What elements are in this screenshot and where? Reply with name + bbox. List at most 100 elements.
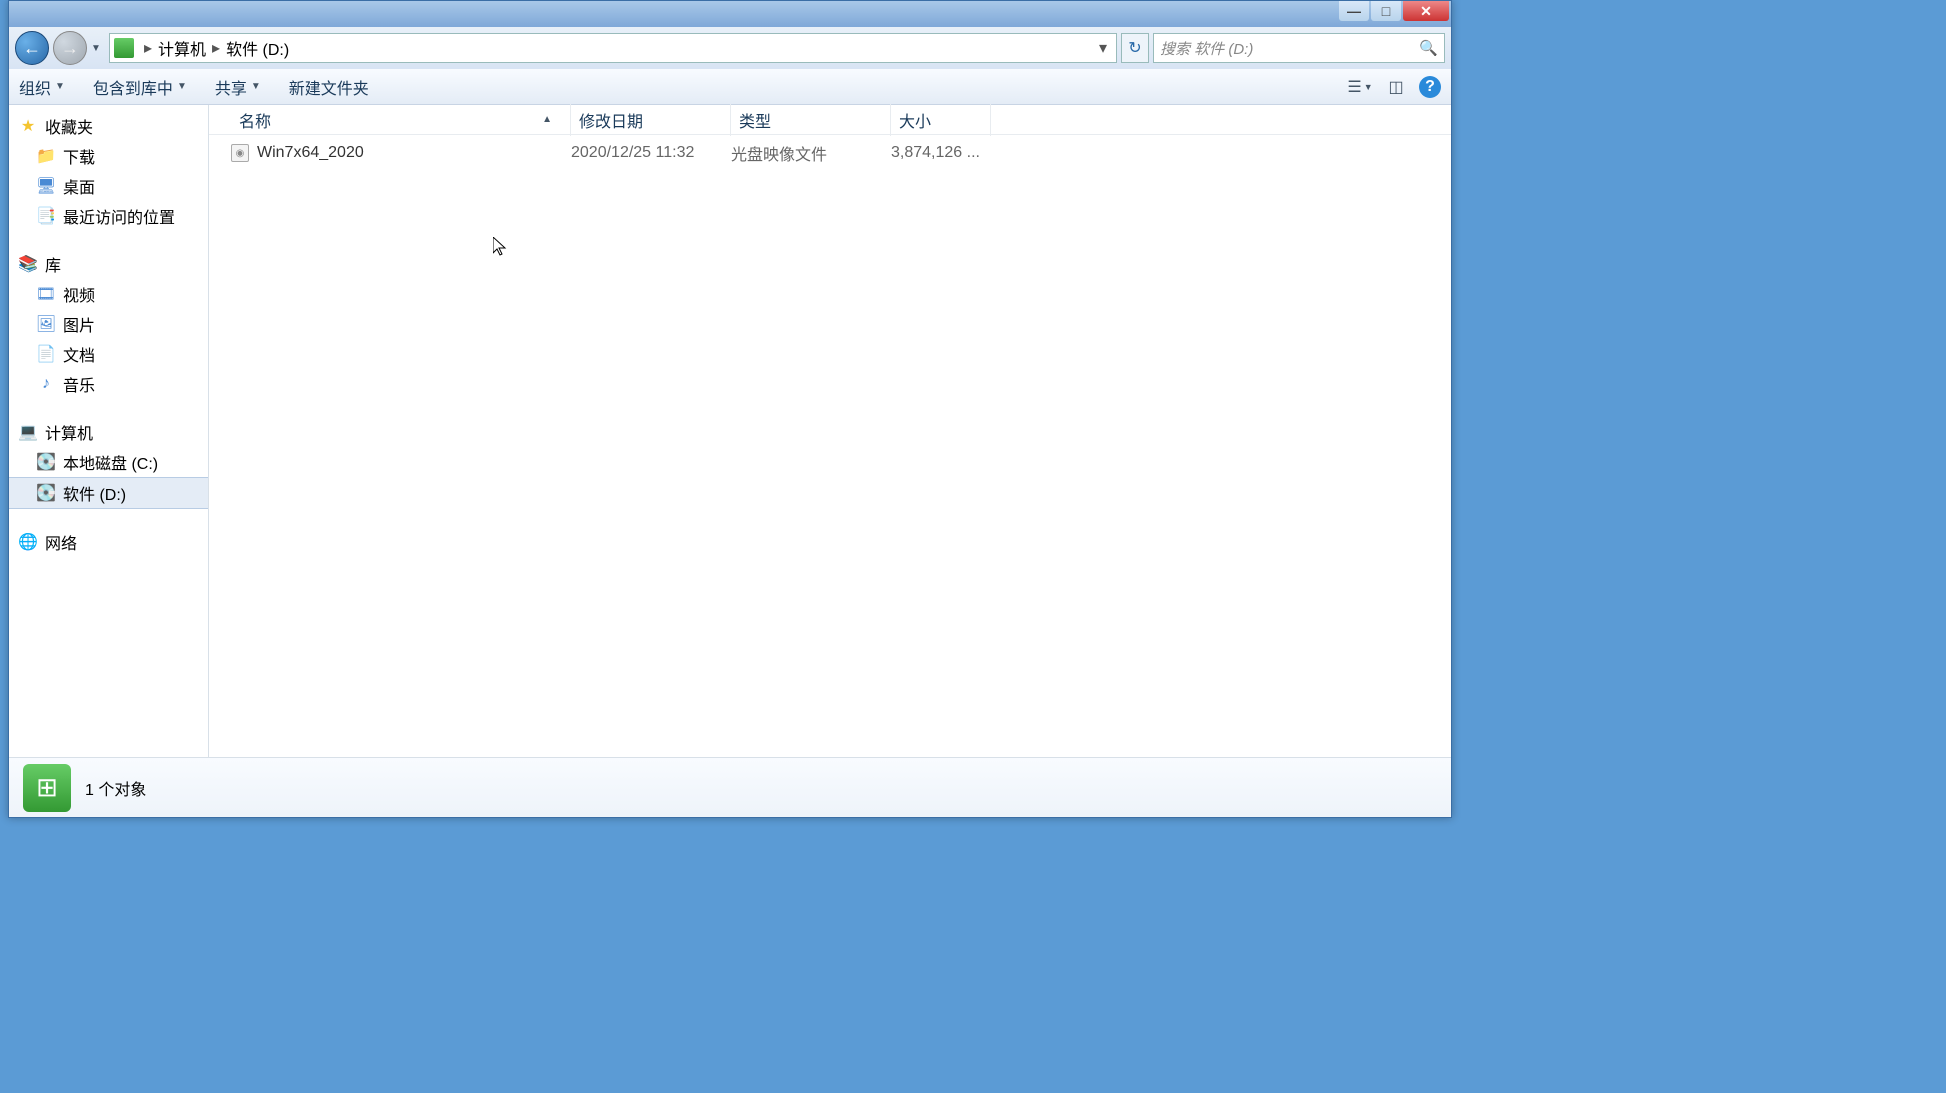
column-label: 修改日期 — [579, 114, 643, 131]
chevron-down-icon: ▼ — [55, 81, 65, 92]
star-icon: ★ — [19, 117, 37, 135]
sidebar-item-downloads[interactable]: 📁 下载 — [9, 141, 208, 171]
status-text: 1 个对象 — [85, 776, 146, 800]
folder-icon: 📁 — [37, 147, 55, 165]
file-row[interactable]: ◉ Win7x64_2020 2020/12/25 11:32 光盘映像文件 3… — [209, 135, 1451, 171]
navigation-pane: ★ 收藏夹 📁 下载 🖥 桌面 📑 最近访问的位置 📚 — [9, 105, 209, 757]
sort-indicator-icon: ▲ — [542, 114, 552, 125]
iso-file-icon: ◉ — [231, 144, 249, 162]
sidebar-item-music[interactable]: ♪ 音乐 — [9, 369, 208, 399]
organize-menu[interactable]: 组织 ▼ — [19, 75, 65, 99]
sidebar-label: 软件 (D:) — [63, 481, 126, 505]
preview-pane-button[interactable]: ◫ — [1383, 75, 1409, 99]
file-cell-size: 3,874,126 ... — [891, 144, 991, 162]
search-icon: 🔍 — [1419, 39, 1438, 57]
sidebar-label: 本地磁盘 (C:) — [63, 450, 158, 474]
column-label: 名称 — [239, 108, 271, 132]
file-cell-date: 2020/12/25 11:32 — [571, 144, 731, 162]
sidebar-label: 库 — [45, 252, 61, 276]
file-cell-name: ◉ Win7x64_2020 — [231, 144, 571, 162]
new-folder-label: 新建文件夹 — [289, 75, 369, 99]
column-header-date[interactable]: 修改日期 — [571, 104, 731, 136]
titlebar: — □ ✕ — [9, 1, 1451, 27]
breadcrumb-part-computer[interactable]: 计算机 — [158, 36, 206, 60]
view-options-button[interactable]: ☰▼ — [1347, 75, 1373, 99]
column-header-size[interactable]: 大小 — [891, 104, 991, 136]
mouse-cursor-icon — [493, 237, 509, 263]
breadcrumb[interactable]: ▸ 计算机 ▸ 软件 (D:) ▾ — [109, 33, 1117, 63]
sidebar-label: 计算机 — [45, 420, 93, 444]
minimize-button[interactable]: — — [1339, 1, 1369, 21]
maximize-button[interactable]: □ — [1371, 1, 1401, 21]
back-button[interactable]: ← — [15, 31, 49, 65]
status-drive-icon: ⊞ — [23, 764, 71, 812]
breadcrumb-dropdown[interactable]: ▾ — [1094, 38, 1112, 58]
column-label: 大小 — [899, 114, 931, 131]
sidebar-head-favorites[interactable]: ★ 收藏夹 — [9, 111, 208, 141]
video-icon: 🎞 — [37, 285, 55, 303]
sidebar-label: 音乐 — [63, 372, 95, 396]
sidebar-item-local-c[interactable]: 💽 本地磁盘 (C:) — [9, 447, 208, 477]
sidebar-head-network[interactable]: 🌐 网络 — [9, 527, 208, 557]
nav-history-dropdown[interactable]: ▼ — [91, 43, 105, 54]
breadcrumb-sep: ▸ — [212, 38, 220, 58]
sidebar-label: 文档 — [63, 342, 95, 366]
sidebar-label: 桌面 — [63, 174, 95, 198]
column-header-name[interactable]: 名称 ▲ — [231, 104, 571, 136]
sidebar-group-network: 🌐 网络 — [9, 527, 208, 557]
picture-icon: 🖼 — [37, 315, 55, 333]
drive-icon — [114, 38, 134, 58]
file-cell-type: 光盘映像文件 — [731, 141, 891, 165]
close-button[interactable]: ✕ — [1403, 1, 1449, 21]
help-button[interactable]: ? — [1419, 76, 1441, 98]
toolbar-right: ☰▼ ◫ ? — [1347, 75, 1441, 99]
share-menu[interactable]: 共享 ▼ — [215, 75, 261, 99]
search-input[interactable]: 搜索 软件 (D:) 🔍 — [1153, 33, 1445, 63]
music-icon: ♪ — [37, 375, 55, 393]
breadcrumb-part-drive[interactable]: 软件 (D:) — [226, 36, 289, 60]
sidebar-group-favorites: ★ 收藏夹 📁 下载 🖥 桌面 📑 最近访问的位置 — [9, 111, 208, 231]
file-name-label: Win7x64_2020 — [257, 144, 364, 162]
chevron-down-icon: ▼ — [177, 81, 187, 92]
share-label: 共享 — [215, 75, 247, 99]
sidebar-head-libraries[interactable]: 📚 库 — [9, 249, 208, 279]
drive-icon: 💽 — [37, 453, 55, 471]
column-label: 类型 — [739, 114, 771, 131]
main-area: ★ 收藏夹 📁 下载 🖥 桌面 📑 最近访问的位置 📚 — [9, 105, 1451, 757]
refresh-button[interactable]: ↻ — [1121, 33, 1149, 63]
forward-button[interactable]: → — [53, 31, 87, 65]
file-list-pane: 名称 ▲ 修改日期 类型 大小 ◉ Win7x64_2020 2020/ — [209, 105, 1451, 757]
window-controls: — □ ✕ — [1339, 1, 1449, 21]
column-header-type[interactable]: 类型 — [731, 104, 891, 136]
breadcrumb-sep: ▸ — [144, 38, 152, 58]
toolbar: 组织 ▼ 包含到库中 ▼ 共享 ▼ 新建文件夹 ☰▼ ◫ ? — [9, 69, 1451, 105]
computer-icon: 💻 — [19, 423, 37, 441]
library-icon: 📚 — [19, 255, 37, 273]
column-headers: 名称 ▲ 修改日期 类型 大小 — [209, 105, 1451, 135]
sidebar-item-soft-d[interactable]: 💽 软件 (D:) — [9, 477, 208, 509]
new-folder-button[interactable]: 新建文件夹 — [289, 75, 369, 99]
sidebar-group-libraries: 📚 库 🎞 视频 🖼 图片 📄 文档 ♪ 音乐 — [9, 249, 208, 399]
sidebar-label: 最近访问的位置 — [63, 204, 175, 228]
sidebar-item-videos[interactable]: 🎞 视频 — [9, 279, 208, 309]
sidebar-label: 图片 — [63, 312, 95, 336]
sidebar-label: 网络 — [45, 530, 77, 554]
sidebar-item-pictures[interactable]: 🖼 图片 — [9, 309, 208, 339]
sidebar-item-documents[interactable]: 📄 文档 — [9, 339, 208, 369]
network-icon: 🌐 — [19, 533, 37, 551]
include-library-menu[interactable]: 包含到库中 ▼ — [93, 75, 187, 99]
document-icon: 📄 — [37, 345, 55, 363]
search-placeholder: 搜索 软件 (D:) — [1160, 38, 1253, 59]
recent-icon: 📑 — [37, 207, 55, 225]
organize-label: 组织 — [19, 75, 51, 99]
desktop-icon: 🖥 — [37, 177, 55, 195]
sidebar-label: 下载 — [63, 144, 95, 168]
drive-icon: 💽 — [37, 484, 55, 502]
sidebar-item-recent[interactable]: 📑 最近访问的位置 — [9, 201, 208, 231]
explorer-window: — □ ✕ ← → ▼ ▸ 计算机 ▸ 软件 (D:) ▾ ↻ 搜索 软件 (D… — [8, 0, 1452, 818]
chevron-down-icon: ▼ — [251, 81, 261, 92]
sidebar-item-desktop[interactable]: 🖥 桌面 — [9, 171, 208, 201]
sidebar-label: 视频 — [63, 282, 95, 306]
status-bar: ⊞ 1 个对象 — [9, 757, 1451, 817]
sidebar-head-computer[interactable]: 💻 计算机 — [9, 417, 208, 447]
